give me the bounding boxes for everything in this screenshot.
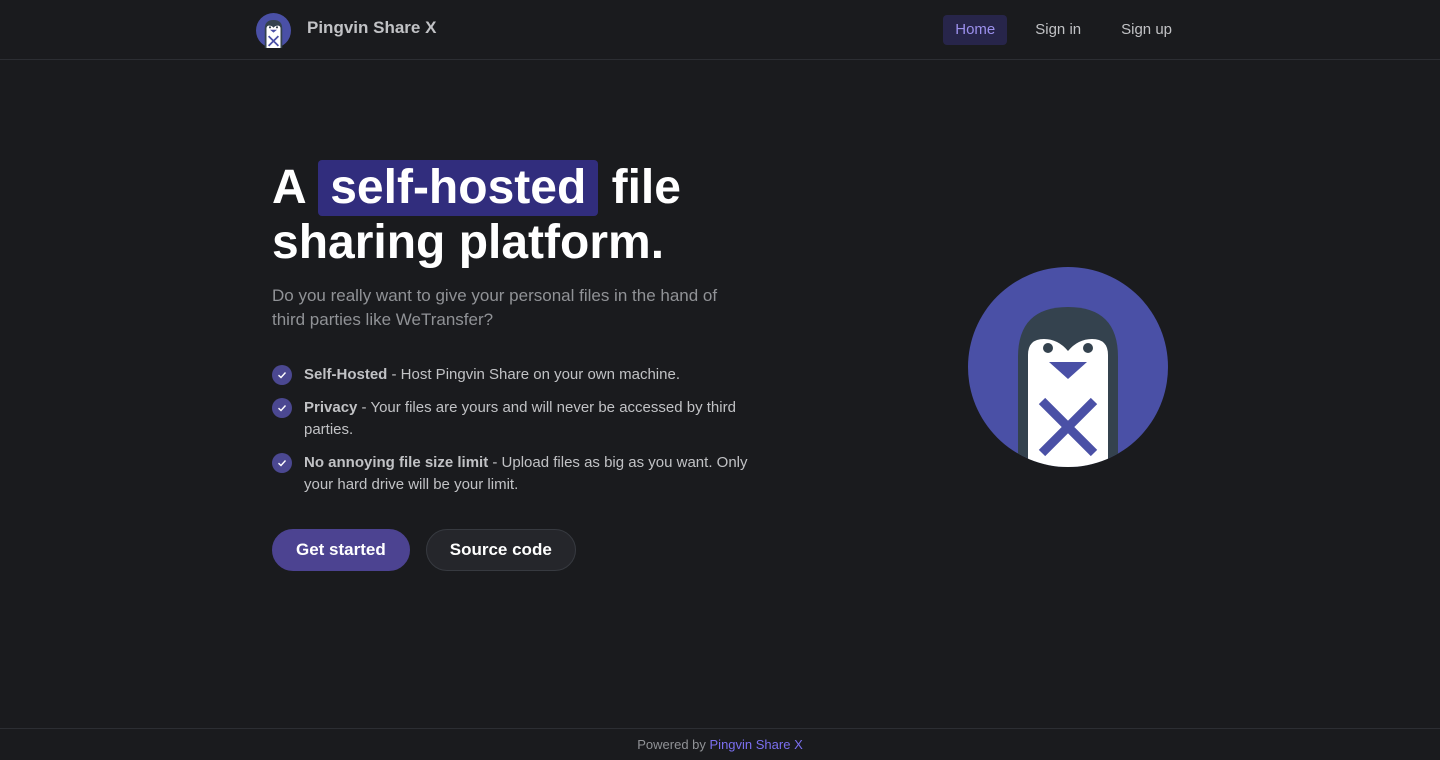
feature-title: Self-Hosted	[304, 366, 388, 383]
hero-title: A self-hosted file sharing platform.	[272, 160, 832, 270]
hero-actions: Get started Source code	[272, 529, 576, 571]
check-icon	[272, 365, 292, 385]
hero-title-prefix: A	[272, 161, 305, 214]
feature-title: No annoying file size limit	[304, 454, 489, 471]
header: Pingvin Share X Home Sign in Sign up	[0, 0, 1440, 60]
app-title: Pingvin Share X	[307, 18, 437, 37]
feature-item: No annoying file size limit - Upload fil…	[272, 452, 762, 496]
penguin-logo-icon	[256, 12, 291, 48]
page: Pingvin Share X Home Sign in Sign up A s…	[0, 0, 1440, 760]
footer-prefix: Powered by	[637, 737, 710, 752]
feature-text: Self-Hosted - Host Pingvin Share on your…	[304, 364, 680, 386]
check-icon	[272, 453, 292, 473]
feature-text: Privacy - Your files are yours and will …	[304, 397, 762, 441]
feature-list: Self-Hosted - Host Pingvin Share on your…	[272, 364, 762, 507]
feature-description: - Host Pingvin Share on your own machine…	[387, 366, 681, 383]
check-icon	[272, 398, 292, 418]
nav-sign-up[interactable]: Sign up	[1109, 15, 1184, 45]
hero-title-highlight: self-hosted	[318, 160, 599, 216]
footer-link[interactable]: Pingvin Share X	[710, 737, 803, 752]
penguin-logo-icon	[968, 267, 1168, 467]
feature-item: Privacy - Your files are yours and will …	[272, 397, 762, 441]
brand-link[interactable]: Pingvin Share X	[256, 12, 436, 48]
hero-description: Do you really want to give your personal…	[272, 286, 718, 329]
feature-description: - Your files are yours and will never be…	[304, 399, 736, 438]
source-code-button[interactable]: Source code	[425, 529, 576, 571]
feature-title: Privacy	[304, 399, 358, 416]
footer: Powered by Pingvin Share X	[0, 728, 1440, 760]
feature-item: Self-Hosted - Host Pingvin Share on your…	[272, 364, 762, 386]
nav-home[interactable]: Home	[943, 15, 1008, 45]
get-started-button[interactable]: Get started	[272, 529, 410, 571]
main-nav: Home Sign in Sign up	[943, 15, 1184, 45]
feature-text: No annoying file size limit - Upload fil…	[304, 452, 762, 496]
nav-sign-in[interactable]: Sign in	[1023, 15, 1093, 45]
